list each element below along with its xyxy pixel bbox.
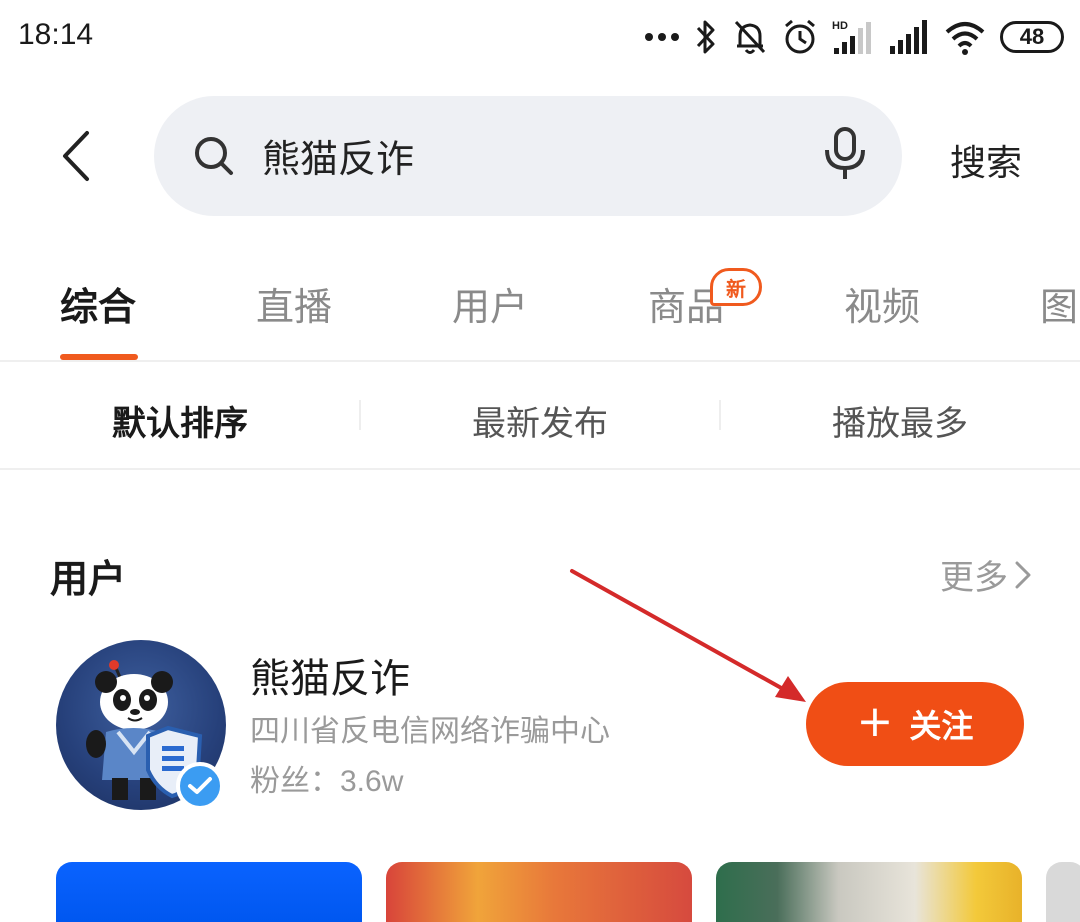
category-tabs: 综合 直播 用户 商品 视频 图 xyxy=(0,260,1080,360)
network-hd-label: HD xyxy=(832,20,848,32)
search-query-text[interactable]: 熊猫反诈 xyxy=(262,128,414,183)
user-name[interactable]: 熊猫反诈 xyxy=(250,646,410,704)
video-thumbnail[interactable] xyxy=(386,862,692,922)
bluetooth-icon xyxy=(696,20,715,54)
tab-live[interactable]: 直播 xyxy=(256,276,332,331)
plus-icon: + xyxy=(856,696,894,747)
follow-button[interactable]: + 关注 xyxy=(806,682,1024,766)
search-button[interactable]: 搜索 xyxy=(950,134,1022,186)
follow-label: 关注 xyxy=(909,707,974,745)
sort-default[interactable]: 默认排序 xyxy=(112,396,248,445)
wifi-icon xyxy=(945,22,985,55)
more-label: 更多 xyxy=(940,558,1008,598)
section-title: 用户 xyxy=(50,557,127,601)
tab-comprehensive[interactable]: 综合 xyxy=(60,276,136,331)
new-badge: 新 xyxy=(710,268,762,306)
fans-label: 粉丝： xyxy=(250,764,340,799)
more-dots-icon xyxy=(645,33,679,41)
status-icons: HD 48 xyxy=(644,14,1064,60)
microphone-icon[interactable] xyxy=(822,126,868,182)
sort-options: 默认排序 最新发布 播放最多 xyxy=(0,362,1080,468)
battery-indicator: 48 xyxy=(1000,21,1064,53)
more-users-link[interactable]: 更多 xyxy=(940,550,1032,599)
signal-icon xyxy=(890,20,927,54)
divider xyxy=(0,468,1080,470)
fans-count: 3.6w xyxy=(340,765,404,798)
verified-badge-icon xyxy=(176,762,224,810)
status-time: 18:14 xyxy=(18,18,94,51)
sort-most-played[interactable]: 播放最多 xyxy=(832,396,968,445)
search-input[interactable]: 熊猫反诈 xyxy=(154,96,902,216)
user-fans: 粉丝：3.6w xyxy=(250,756,403,800)
chevron-left-icon xyxy=(63,131,89,181)
checkmark-icon xyxy=(188,777,212,794)
status-bar: 18:14 HD 48 xyxy=(0,0,1080,76)
alarm-icon xyxy=(785,19,815,54)
video-thumbnail[interactable] xyxy=(716,862,1022,922)
video-thumbnail[interactable] xyxy=(56,862,362,922)
back-button[interactable] xyxy=(48,126,104,186)
video-thumbnail[interactable] xyxy=(1046,862,1080,922)
muted-bell-icon xyxy=(734,20,766,54)
sort-separator xyxy=(359,400,361,430)
user-description: 四川省反电信网络诈骗中心 xyxy=(250,714,610,749)
sort-separator xyxy=(719,400,721,430)
sort-latest[interactable]: 最新发布 xyxy=(472,396,608,445)
signal-hd-icon: HD xyxy=(832,20,871,54)
tab-users[interactable]: 用户 xyxy=(452,276,528,331)
tab-images[interactable]: 图 xyxy=(1040,276,1078,331)
search-icon xyxy=(195,137,233,175)
chevron-right-icon xyxy=(1015,561,1031,588)
tab-videos[interactable]: 视频 xyxy=(844,276,920,331)
